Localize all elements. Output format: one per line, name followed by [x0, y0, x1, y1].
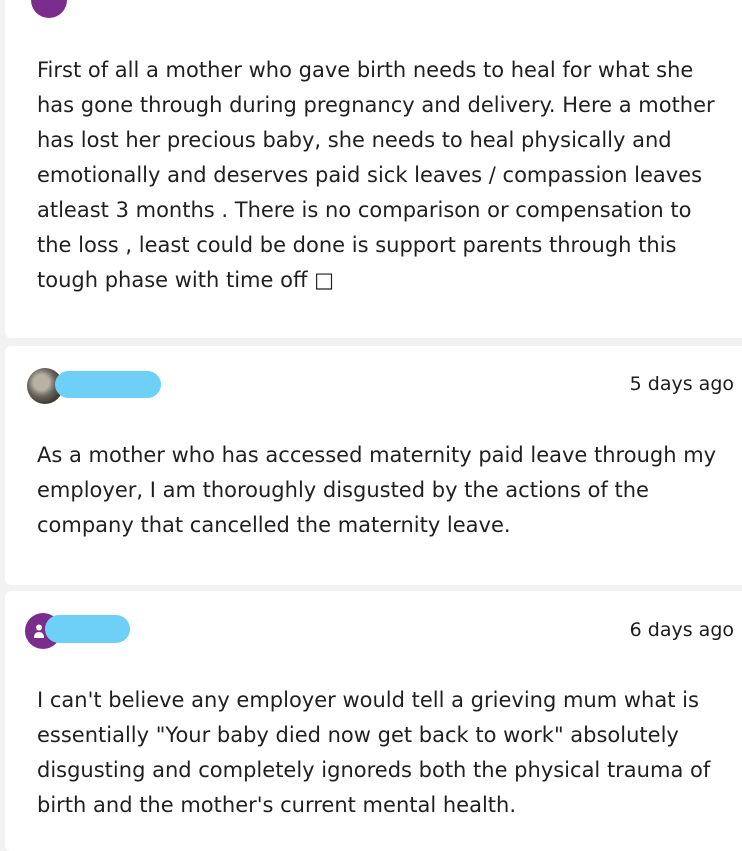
user-avatar[interactable]	[31, 0, 67, 18]
comment-card: 5 days ago As a mother who has accessed …	[5, 346, 742, 585]
redacted-username	[55, 371, 161, 398]
person-icon	[34, 624, 44, 638]
comment-text: As a mother who has accessed maternity p…	[37, 443, 717, 537]
comment-card: First of all a mother who gave birth nee…	[5, 0, 742, 338]
comment-timestamp: 5 days ago	[629, 373, 734, 395]
comment-timestamp: 6 days ago	[629, 619, 734, 641]
comment-text: First of all a mother who gave birth nee…	[37, 58, 715, 292]
comment-text: I can't believe any employer would tell …	[37, 688, 711, 817]
redacted-username	[45, 615, 130, 643]
comment-card: 6 days ago I can't believe any employer …	[5, 591, 742, 851]
